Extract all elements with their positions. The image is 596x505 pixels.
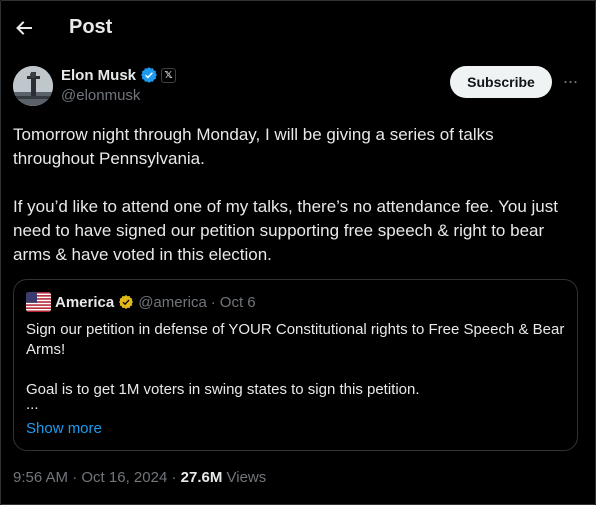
header: Post [0,0,596,56]
quoted-paragraph: Sign our petition in defense of YOUR Con… [26,321,565,358]
quoted-post-text: Sign our petition in defense of YOUR Con… [26,320,566,400]
quoted-post[interactable]: America @america · Oct 6 Sign our petiti… [13,279,578,451]
post-paragraph: If you’d like to attend one of my talks,… [13,197,558,264]
post-text: Tomorrow night through Monday, I will be… [13,123,578,267]
views-count: 27.6M [180,469,223,486]
separator: · [210,293,216,311]
x-logo-icon[interactable]: 𝕏 [161,67,177,83]
quoted-post-header: America @america · Oct 6 [26,292,256,312]
page-title: Post [69,16,113,38]
separator: · [72,469,78,486]
avatar[interactable] [13,66,53,106]
post-time[interactable]: 9:56 AM [13,469,68,486]
post-date[interactable]: Oct 16, 2024 [81,469,167,486]
back-button[interactable] [12,16,36,40]
views-label: Views [226,469,267,486]
author-info: Elon Musk 𝕏 @elonmusk [61,66,177,104]
arrow-left-icon [16,21,32,35]
author-name[interactable]: Elon Musk [61,67,136,84]
us-flag-icon [26,292,51,312]
subscribe-button[interactable]: Subscribe [450,66,552,98]
avatar-image [13,66,53,106]
post-paragraph: Tomorrow night through Monday, I will be… [13,125,494,168]
more-options-icon[interactable]: ··· [560,68,580,94]
quoted-paragraph: Goal is to get 1M voters in swing states… [26,381,420,398]
quoted-ellipsis: ... [26,396,39,413]
gold-verified-badge-icon[interactable] [118,294,134,310]
quoted-author-name[interactable]: America [55,294,114,311]
separator: · [171,469,177,486]
quoted-author-handle[interactable]: @america [138,294,207,311]
quoted-post-date[interactable]: Oct 6 [220,294,256,311]
verified-badge-icon[interactable] [140,66,158,84]
author-handle[interactable]: @elonmusk [61,87,176,104]
show-more-link[interactable]: Show more [26,420,102,437]
post-metadata: 9:56 AM · Oct 16, 2024 · 27.6M Views [13,469,266,486]
